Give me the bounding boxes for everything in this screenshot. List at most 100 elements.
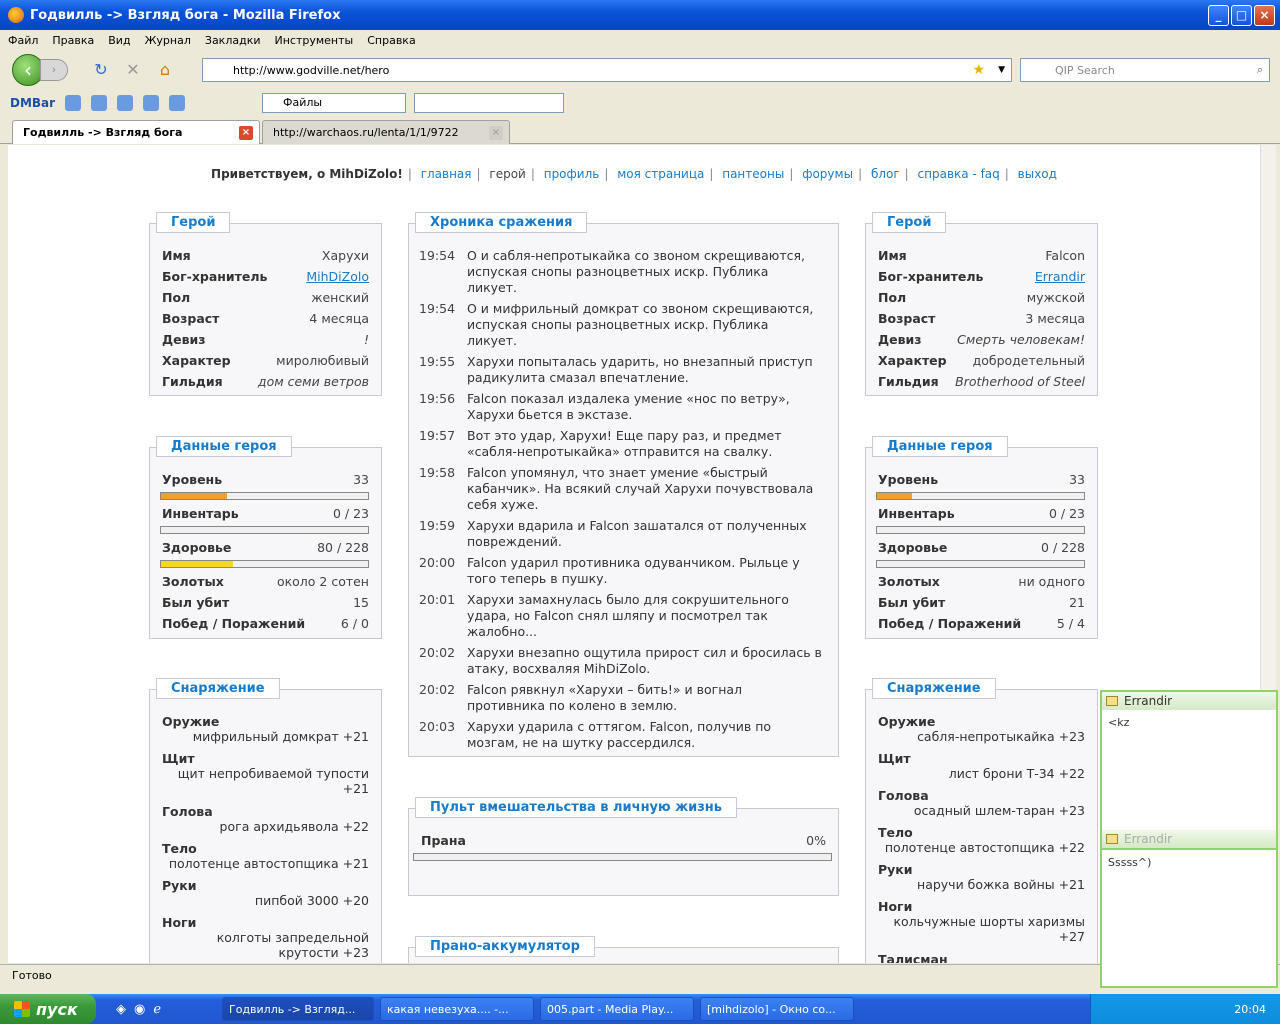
equip-slot: Руки <box>162 878 197 893</box>
dm-add-icon[interactable] <box>91 95 108 111</box>
chat-input[interactable]: Sssss^) <box>1102 848 1276 875</box>
equip-slot: Руки <box>878 862 913 877</box>
log-entry: 19:57 Вот это удар, Харухи! Еще пару раз,… <box>419 428 822 460</box>
equip-value: наручи божка войны +21 <box>917 877 1085 892</box>
nav-link-my-page[interactable]: моя страница <box>617 167 704 181</box>
star-icon[interactable]: ★ <box>972 62 985 78</box>
wins-value: 6 / 0 <box>340 616 369 631</box>
menu-bookmarks[interactable]: Закладки <box>205 34 261 47</box>
equip-item: Ноги колготы запредельной крутости +23 <box>162 915 369 960</box>
dmbar-logo[interactable]: DMBar <box>10 96 55 110</box>
window-title: Годвилль -> Взгляд бога - Mozilla Firefo… <box>30 7 341 23</box>
ie-icon[interactable]: ℯ <box>153 1002 161 1017</box>
field-label: Бог-хранитель <box>878 269 984 284</box>
field-label: Здоровье <box>162 540 232 555</box>
equip-slot: Оружие <box>162 714 220 729</box>
dm-mail-icon[interactable] <box>65 95 82 111</box>
nav-link-pantheons[interactable]: пантеоны <box>722 167 784 181</box>
field-label: Гильдия <box>878 374 939 389</box>
close-button[interactable]: × <box>1254 5 1275 26</box>
field-value: женский <box>311 290 369 305</box>
taskbar-item-firefox-2[interactable]: какая невезуха.... -... <box>380 997 534 1021</box>
tab-close-icon[interactable]: × <box>489 126 503 140</box>
health-value: 80 / 228 <box>317 540 369 555</box>
chat-message: <kz <box>1108 716 1130 729</box>
dm-globe-icon[interactable] <box>143 95 160 111</box>
nav-link-blog[interactable]: блог <box>871 167 900 181</box>
equip-item: Голова осадный шлем-таран +23 <box>878 788 1085 818</box>
start-button[interactable]: пуск <box>0 994 96 1024</box>
search-bar[interactable]: QIP Search ⌕ <box>1020 58 1270 82</box>
tab-godville[interactable]: Годвилль -> Взгляд бога × <box>12 120 260 144</box>
minimize-button[interactable]: _ <box>1208 5 1229 26</box>
log-entry: 20:02 Харухи внезапно ощутила прирост сил… <box>419 645 822 677</box>
panel-title: Снаряжение <box>872 678 996 699</box>
field-label: Возраст <box>878 311 936 326</box>
reload-icon[interactable]: ↻ <box>90 59 112 81</box>
god-link[interactable]: Errandir <box>1035 269 1085 284</box>
dm-tools-icon[interactable] <box>169 95 186 111</box>
dm-windows-icon[interactable] <box>117 95 134 111</box>
log-entry: 19:56 Falcon показал издалека умение «нос… <box>419 391 822 423</box>
quicklaunch-icon[interactable]: ◉ <box>134 1002 145 1017</box>
chat-header[interactable]: Errandir <box>1102 692 1276 710</box>
log-message: Харухи внезапно ощутила прирост сил и бр… <box>467 645 822 676</box>
dm-toolbar: DMBar <box>0 90 1280 116</box>
chat-history: <kz <box>1102 710 1276 830</box>
log-time: 20:03 <box>419 719 456 734</box>
equip-value: колготы запредельной крутости +23 <box>216 930 369 960</box>
field-label: Инвентарь <box>162 506 239 521</box>
equip-item: Оружие сабля-непротыкайка +23 <box>878 714 1085 744</box>
tab-bar: Годвилль -> Взгляд бога × http://warchao… <box>0 118 1280 144</box>
menu-file[interactable]: Файл <box>8 34 38 47</box>
god-link[interactable]: MihDiZolo <box>306 269 369 284</box>
field-label: Возраст <box>162 311 220 326</box>
level-bar-fill <box>877 493 913 499</box>
nav-link-home[interactable]: главная <box>421 167 472 181</box>
panel-title: Снаряжение <box>156 678 280 699</box>
menu-view[interactable]: Вид <box>108 34 130 47</box>
nav-link-forums[interactable]: форумы <box>802 167 853 181</box>
field-label: Пол <box>162 290 191 305</box>
field-label: Имя <box>162 248 191 263</box>
chat-contact-name-2: Errandir <box>1124 832 1173 846</box>
log-time: 19:58 <box>419 465 456 480</box>
log-time: 20:02 <box>419 645 456 660</box>
log-entry: 19:55 Харухи попыталась ударить, но внеза… <box>419 354 822 386</box>
wins-value: 5 / 4 <box>1056 616 1085 631</box>
url-text: http://www.godville.net/hero <box>233 63 390 77</box>
taskbar-item-mediaplayer[interactable]: 005.part - Media Play... <box>540 997 694 1021</box>
taskbar-item-firefox[interactable]: Годвилль -> Взгляд... <box>222 997 374 1021</box>
log-time: 20:01 <box>419 592 456 607</box>
quicklaunch-icon[interactable]: ◈ <box>116 1002 126 1017</box>
hero-panel-left: Герой Имя Харухи Бог-хранитель MihDiZolo П… <box>149 212 382 396</box>
nav-link-profile[interactable]: профиль <box>544 167 600 181</box>
menu-help[interactable]: Справка <box>367 34 415 47</box>
field-value: 3 месяца <box>1025 311 1085 326</box>
home-icon[interactable]: ⌂ <box>154 59 176 81</box>
log-message: Falcon ударил противника одуванчиком. Ры… <box>467 555 800 586</box>
forward-button[interactable]: › <box>40 59 68 81</box>
chat-header-2[interactable]: Errandir <box>1102 830 1276 848</box>
equip-slot: Оружие <box>878 714 936 729</box>
url-dropdown-icon[interactable]: ▼ <box>998 65 1005 75</box>
taskbar-item-chat[interactable]: [mihdizolo] - Окно со... <box>700 997 854 1021</box>
tab-warchaos[interactable]: http://warchaos.ru/lenta/1/1/9722 × <box>262 120 510 144</box>
field-label: Побед / Поражений <box>162 616 306 631</box>
menu-history[interactable]: Журнал <box>145 34 191 47</box>
maximize-button[interactable]: □ <box>1231 5 1252 26</box>
menu-tools[interactable]: Инструменты <box>275 34 354 47</box>
field-label: Был убит <box>162 595 230 610</box>
prana-bar <box>413 853 832 861</box>
tab-close-icon[interactable]: × <box>239 126 253 140</box>
stop-icon[interactable]: ✕ <box>122 59 144 81</box>
menu-edit[interactable]: Правка <box>52 34 94 47</box>
search-icon[interactable]: ⌕ <box>1257 63 1263 77</box>
url-bar[interactable]: http://www.godville.net/hero ★ ▼ <box>202 58 1012 82</box>
field-value: добродетельный <box>972 353 1085 368</box>
nav-link-logout[interactable]: выход <box>1018 167 1057 181</box>
health-bar <box>876 560 1085 568</box>
dm-search-input[interactable] <box>414 93 564 113</box>
nav-link-faq[interactable]: справка - faq <box>918 167 1000 181</box>
dm-files-select[interactable]: Файлы <box>262 93 406 113</box>
